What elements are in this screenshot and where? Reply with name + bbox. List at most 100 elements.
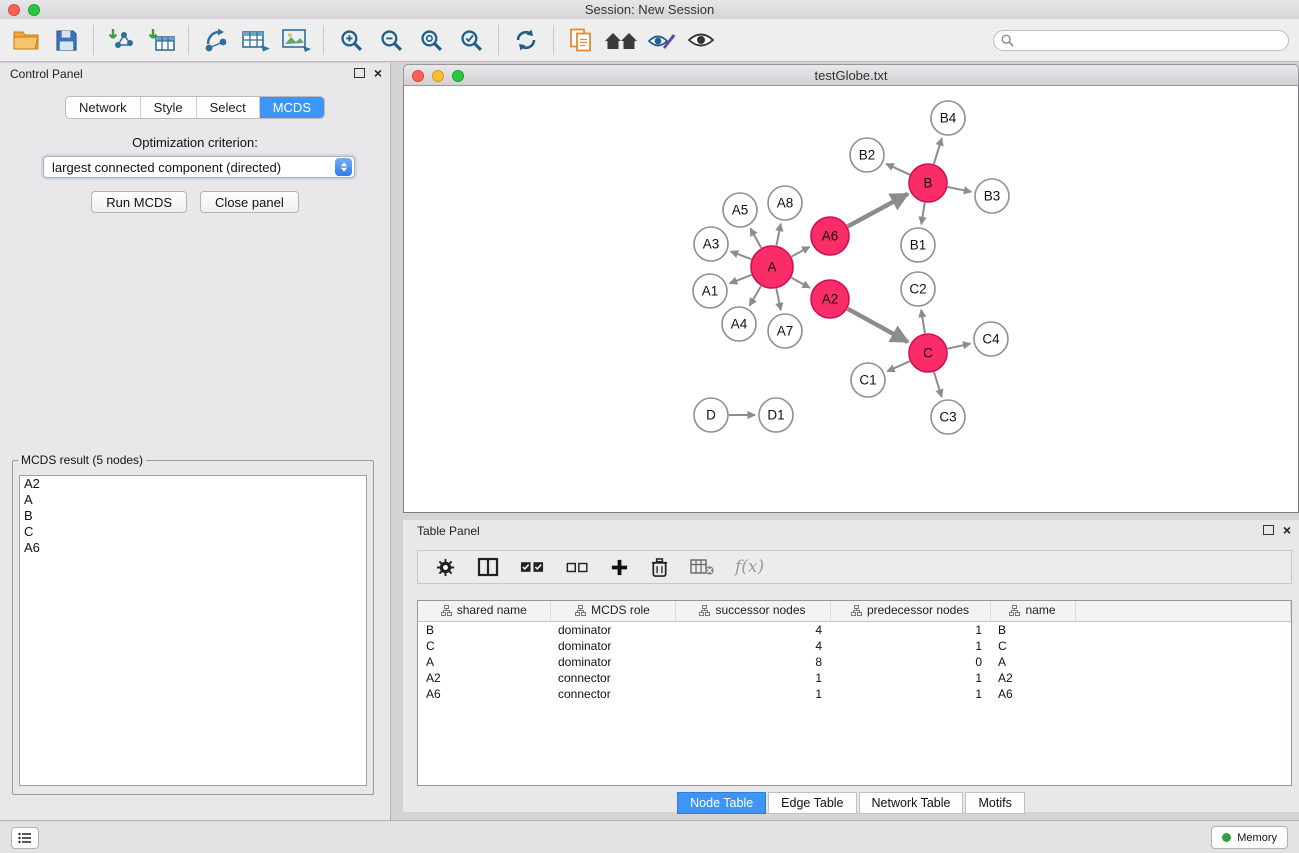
delete-column-button[interactable] (650, 557, 669, 578)
graph-edge-B-B2[interactable] (886, 164, 910, 175)
zoom-selected-button[interactable] (451, 22, 491, 58)
tab-node-table[interactable]: Node Table (677, 792, 766, 814)
column-header[interactable]: shared name (418, 601, 550, 622)
column-header[interactable]: successor nodes (675, 601, 830, 622)
graph-node-label-D: D (706, 408, 716, 423)
attribute-tree-icon (441, 605, 452, 616)
table-row[interactable]: A6connector11A6 (418, 686, 1291, 702)
table-settings-button[interactable] (435, 557, 456, 578)
graph-edge-A-A3[interactable] (731, 251, 752, 259)
graph-edge-A6-B[interactable] (848, 194, 908, 227)
show-graphics-details-button[interactable] (681, 22, 721, 58)
session-report-button[interactable] (561, 22, 601, 58)
export-image-button[interactable] (276, 22, 316, 58)
tab-mcds[interactable]: MCDS (260, 97, 324, 118)
unchecked-boxes-icon (566, 560, 589, 575)
new-network-button[interactable] (196, 22, 236, 58)
table-row[interactable]: Cdominator41C (418, 638, 1291, 654)
column-header[interactable]: MCDS role (550, 601, 675, 622)
table-row[interactable]: Adominator80A (418, 654, 1291, 670)
attribute-tree-icon (1009, 605, 1020, 616)
list-item[interactable]: C (20, 524, 366, 540)
graph-edge-A-A4[interactable] (750, 286, 762, 306)
graph-edge-A-A1[interactable] (730, 275, 752, 284)
list-item[interactable]: A (20, 492, 366, 508)
tab-motifs[interactable]: Motifs (965, 792, 1024, 814)
eye-pen-icon (646, 28, 676, 52)
run-mcds-button[interactable]: Run MCDS (91, 191, 187, 213)
list-item[interactable]: A6 (20, 540, 366, 556)
network-canvas[interactable]: AA1A2A3A4A5A6A7A8BB1B2B3B4CC1C2C3C4DD1 (403, 86, 1299, 513)
close-panel-button[interactable]: Close panel (200, 191, 299, 213)
criterion-dropdown[interactable]: largest connected component (directed) (43, 156, 355, 178)
zoom-fit-button[interactable] (411, 22, 451, 58)
select-all-columns-button[interactable] (520, 559, 545, 575)
delete-table-button[interactable] (690, 558, 714, 576)
gear-icon (435, 557, 456, 578)
graph-edge-A-A2[interactable] (791, 278, 810, 288)
floppy-icon (55, 29, 78, 52)
table-row[interactable]: A2connector11A2 (418, 670, 1291, 686)
graph-edge-C-C2[interactable] (921, 310, 925, 334)
graph-node-label-C3: C3 (939, 410, 956, 425)
list-item[interactable]: B (20, 508, 366, 524)
tab-select[interactable]: Select (197, 97, 260, 118)
graph-edge-A-A8[interactable] (776, 224, 780, 246)
task-history-button[interactable] (11, 827, 39, 849)
close-panel-icon[interactable]: × (1283, 524, 1291, 536)
graph-edge-C-C1[interactable] (887, 361, 910, 371)
zoom-in-button[interactable] (331, 22, 371, 58)
mcds-result-group: MCDS result (5 nodes) A2 A B C A6 (12, 453, 374, 795)
zoom-in-icon (339, 28, 364, 53)
status-bar: Memory (0, 820, 1299, 853)
table-row[interactable]: Bdominator41B (418, 622, 1291, 639)
list-item[interactable]: A2 (20, 476, 366, 492)
graph-edge-C-C4[interactable] (948, 344, 971, 349)
import-table-button[interactable] (141, 22, 181, 58)
main-titlebar[interactable]: Session: New Session (0, 0, 1299, 20)
new-table-button[interactable] (236, 22, 276, 58)
tab-style[interactable]: Style (141, 97, 197, 118)
control-panel: Control Panel × Network Style Select MCD… (0, 63, 391, 820)
attribute-tree-icon (575, 605, 586, 616)
graph-edge-C-C3[interactable] (934, 372, 942, 397)
import-table-icon (146, 27, 176, 53)
memory-button[interactable]: Memory (1211, 826, 1288, 849)
graph-edge-B-B3[interactable] (948, 187, 972, 192)
graph-node-label-A7: A7 (777, 324, 794, 339)
home-button[interactable] (601, 22, 641, 58)
tab-edge-table[interactable]: Edge Table (768, 792, 856, 814)
column-header[interactable]: name (990, 601, 1075, 622)
float-panel-icon[interactable] (1263, 525, 1274, 535)
toolbar-divider (323, 25, 324, 55)
import-network-button[interactable] (101, 22, 141, 58)
toolbar-divider (93, 25, 94, 55)
mcds-result-title: MCDS result (5 nodes) (18, 453, 146, 467)
unselect-all-columns-button[interactable] (566, 560, 589, 575)
mcds-result-list[interactable]: A2 A B C A6 (19, 475, 367, 786)
zoom-out-button[interactable] (371, 22, 411, 58)
apply-layout-button[interactable] (506, 22, 546, 58)
function-builder-button[interactable]: f(x) (735, 557, 764, 577)
show-columns-button[interactable] (477, 557, 499, 577)
search-input[interactable] (1018, 32, 1288, 48)
network-arrows-icon (203, 27, 229, 53)
tab-network-table[interactable]: Network Table (859, 792, 964, 814)
network-window-titlebar[interactable]: testGlobe.txt (403, 64, 1299, 86)
tab-network[interactable]: Network (66, 97, 141, 118)
table-toolbar: f(x) (417, 550, 1292, 584)
hide-graphics-details-button[interactable] (641, 22, 681, 58)
open-session-button[interactable] (6, 22, 46, 58)
graph-edge-B-B4[interactable] (934, 138, 942, 164)
save-session-button[interactable] (46, 22, 86, 58)
checked-boxes-icon (520, 559, 545, 575)
float-panel-icon[interactable] (354, 68, 365, 78)
graph-edge-B-B1[interactable] (921, 203, 925, 225)
graph-edge-A-A5[interactable] (750, 228, 761, 248)
column-header[interactable]: predecessor nodes (830, 601, 990, 622)
graph-edge-A-A7[interactable] (776, 289, 780, 311)
graph-edge-A-A6[interactable] (791, 247, 809, 257)
close-panel-icon[interactable]: × (374, 67, 382, 79)
graph-edge-A2-C[interactable] (848, 309, 908, 342)
create-column-button[interactable] (610, 558, 629, 577)
